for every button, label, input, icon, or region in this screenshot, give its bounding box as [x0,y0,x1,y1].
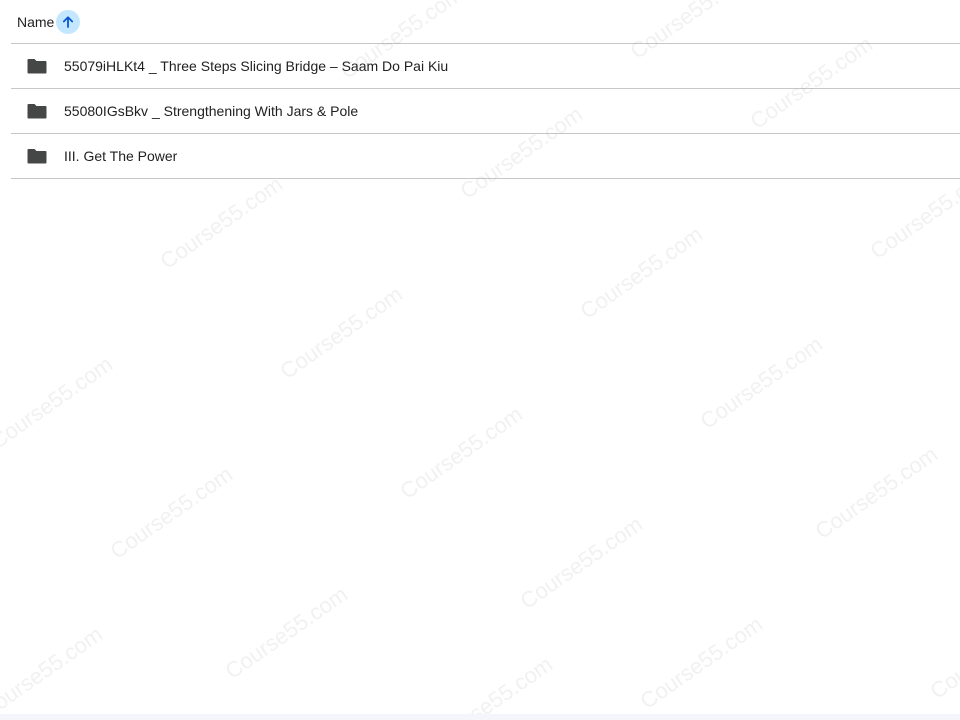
watermark: Course55.com [575,221,708,324]
folder-icon [27,146,47,166]
watermark: Course55.com [0,351,118,454]
bottom-strip [0,714,960,720]
folder-name: 55079iHLKt4 _ Three Steps Slicing Bridge… [64,58,449,74]
folder-name: III. Get The Power [64,148,178,164]
watermark: Course55.com [0,621,108,720]
sort-toggle-button[interactable] [56,9,81,34]
watermark: Course55.com [220,581,353,684]
name-column-header[interactable]: Name [17,14,54,30]
watermark: Course55.com [425,651,558,720]
folder-row[interactable]: 55080IGsBkv _ Strengthening With Jars & … [11,89,960,134]
folder-icon [27,101,47,121]
folder-row[interactable]: III. Get The Power [11,134,960,179]
watermark: Course55.com [105,461,238,564]
watermark: Course55.com [275,281,408,384]
watermark: Course55.com [155,171,288,274]
watermark: Course55.com [925,601,960,704]
arrow-up-icon [63,15,74,28]
folder-icon [27,56,47,76]
watermark: Course55.com [515,511,648,614]
file-list: Name 55079iHLKt4 _ Three Steps Slicing B… [11,0,960,179]
folder-name: 55080IGsBkv _ Strengthening With Jars & … [64,103,359,119]
watermark: Course55.com [635,611,768,714]
list-header: Name [11,0,960,44]
file-list-page: Name 55079iHLKt4 _ Three Steps Slicing B… [0,0,960,720]
watermark: Course55.com [810,441,943,544]
folder-row[interactable]: 55079iHLKt4 _ Three Steps Slicing Bridge… [11,44,960,89]
watermark: Course55.com [395,401,528,504]
watermark: Course55.com [695,331,828,434]
